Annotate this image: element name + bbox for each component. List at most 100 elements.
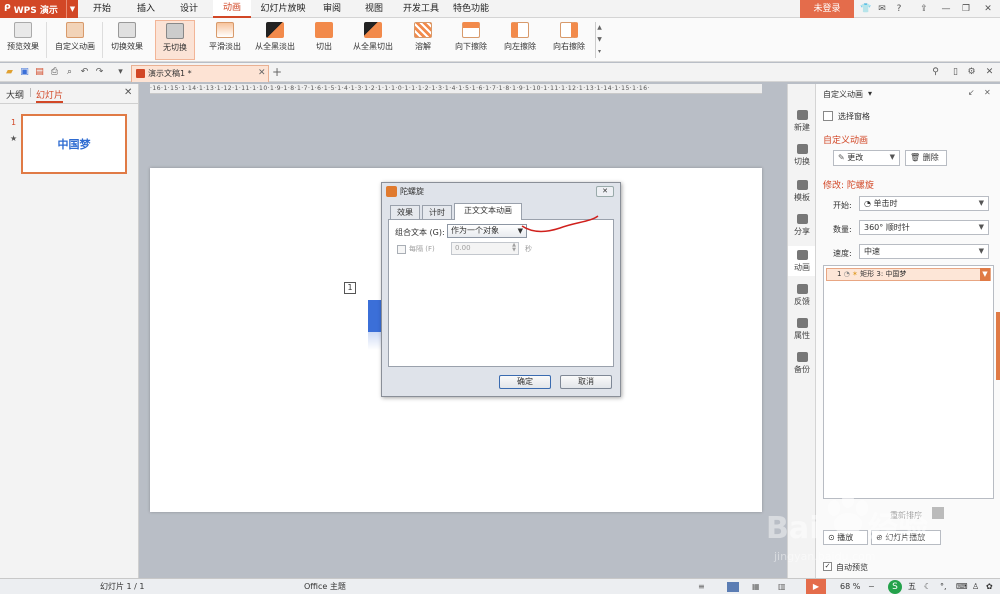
animation-list-item[interactable]: 1 ◔ ✶ 矩形 3: 中国梦 ▼ xyxy=(826,268,991,281)
side-properties-button[interactable]: 属性 xyxy=(788,318,816,341)
save-icon[interactable]: ▣ xyxy=(19,67,30,78)
autopreview-checkbox[interactable]: ✓ xyxy=(823,562,832,571)
tab-insert[interactable]: 插入 xyxy=(130,0,162,18)
every-checkbox[interactable] xyxy=(397,245,406,254)
chat-icon[interactable]: ✉ xyxy=(876,3,888,15)
animation-order-marker[interactable]: 1 xyxy=(344,282,356,294)
normal-view-icon[interactable] xyxy=(727,582,739,592)
wipe-right-button[interactable]: 向右擦除 xyxy=(548,20,590,60)
side-switch-button[interactable]: 切换 xyxy=(788,144,816,167)
cut-black-button[interactable]: 从全黑切出 xyxy=(348,20,398,60)
rectangle-shape[interactable] xyxy=(368,300,382,332)
side-share-button[interactable]: 分享 xyxy=(788,214,816,237)
group-text-select[interactable]: 作为一个对象 ▼ xyxy=(447,224,527,238)
dialog-close-button[interactable]: ✕ xyxy=(596,186,614,197)
keyboard-icon[interactable]: ⌨ xyxy=(956,579,968,594)
file-icon[interactable]: ▯ xyxy=(950,67,961,78)
start-select[interactable]: ◔ 单击时 ▼ xyxy=(859,196,989,211)
side-new-button[interactable]: 新建 xyxy=(788,110,816,133)
chevron-down-icon[interactable]: ▾ xyxy=(868,89,872,98)
customize-chevron-icon[interactable]: ▾ xyxy=(115,67,126,78)
open-icon[interactable]: ▰ xyxy=(4,67,15,78)
change-button[interactable]: ✎ 更改 ▼ xyxy=(833,150,900,166)
tab-effect[interactable]: 效果 xyxy=(390,205,420,219)
export-pdf-icon[interactable]: ▤ xyxy=(34,67,45,78)
login-button[interactable]: 未登录 xyxy=(800,0,854,18)
move-up-icon[interactable] xyxy=(932,507,944,519)
user-icon[interactable]: ♙ xyxy=(972,579,979,594)
close-panel-icon[interactable]: ✕ xyxy=(124,87,132,98)
skin-icon[interactable]: ✿ xyxy=(986,579,993,594)
delete-button[interactable]: 🗑 删除 xyxy=(905,150,947,166)
play-button[interactable]: ⊙ 播放 xyxy=(823,530,868,545)
new-tab-button[interactable]: + xyxy=(272,65,282,79)
close-doc-icon[interactable]: ✕ xyxy=(984,67,995,78)
moon-icon[interactable]: ☾ xyxy=(924,579,931,594)
tab-view[interactable]: 视图 xyxy=(358,0,390,18)
minimize-icon[interactable]: — xyxy=(940,3,952,15)
custom-animation-button[interactable]: 自定义动画 xyxy=(52,20,98,60)
chevron-down-icon[interactable]: ▼ xyxy=(66,0,78,18)
dialog-titlebar[interactable]: 陀螺旋 xyxy=(382,183,620,200)
tab-features[interactable]: 特色功能 xyxy=(448,0,494,18)
settings-icon[interactable]: ⚙ xyxy=(966,67,977,78)
no-transition-button[interactable]: 无切换 xyxy=(155,20,195,60)
ime-logo-icon[interactable]: S xyxy=(888,580,902,594)
cancel-button[interactable]: 取消 xyxy=(560,375,612,389)
slideshow-button[interactable]: ⊕ 幻灯片播放 xyxy=(871,530,941,545)
dissolve-button[interactable]: 溶解 xyxy=(405,20,441,60)
transition-effect-button[interactable]: 切换效果 xyxy=(107,20,147,60)
tab-design[interactable]: 设计 xyxy=(172,0,206,18)
shirt-icon[interactable]: 👕 xyxy=(860,3,872,15)
wipe-down-button[interactable]: 向下擦除 xyxy=(450,20,492,60)
tab-slideshow[interactable]: 幻灯片放映 xyxy=(256,0,310,18)
redo-icon[interactable]: ↷ xyxy=(94,67,105,78)
speed-select[interactable]: 中速 ▼ xyxy=(859,244,989,259)
upload-icon[interactable]: ⇪ xyxy=(918,3,930,15)
pane-title[interactable]: 自定义动画 xyxy=(823,89,863,100)
print-icon[interactable]: ⎙ xyxy=(49,67,60,78)
app-menu-button[interactable]: ᑭ WPS 演示 ▼ xyxy=(0,0,78,18)
tab-developer[interactable]: 开发工具 xyxy=(398,0,444,18)
notes-icon[interactable]: ≡ xyxy=(698,579,705,594)
side-backup-button[interactable]: 备份 xyxy=(788,352,816,375)
side-feedback-button[interactable]: 反馈 xyxy=(788,284,816,307)
preview-effect-button[interactable]: 预览效果 xyxy=(4,20,42,60)
close-tab-icon[interactable]: ✕ xyxy=(258,66,266,81)
smooth-fade-button[interactable]: 平滑淡出 xyxy=(205,20,245,60)
sorter-view-icon[interactable]: ▦ xyxy=(752,579,760,594)
amount-select[interactable]: 360° 顺时针 ▼ xyxy=(859,220,989,235)
document-tab[interactable]: 演示文稿1 * ✕ xyxy=(131,65,269,82)
ime-five-stroke-icon[interactable]: 五 xyxy=(908,579,916,594)
pin-icon[interactable]: ⚲ xyxy=(930,67,941,78)
reading-view-icon[interactable]: ▥ xyxy=(778,579,786,594)
zoom-out-icon[interactable]: − xyxy=(868,579,875,594)
close-icon[interactable]: ✕ xyxy=(982,3,994,15)
gallery-scroll[interactable]: ▲ ▼ ▾ xyxy=(595,22,603,58)
tab-text-animation[interactable]: 正文文本动画 xyxy=(454,203,522,220)
chevron-down-icon[interactable]: ▼ xyxy=(980,268,990,281)
ok-button[interactable]: 确定 xyxy=(499,375,551,389)
arrow-icon[interactable]: ↙ xyxy=(968,88,975,97)
pane-collapse-handle[interactable] xyxy=(996,312,1000,380)
selection-pane-link[interactable]: 选择窗格 xyxy=(838,111,870,122)
help-icon[interactable]: ? xyxy=(893,3,905,15)
fade-black-button[interactable]: 从全黑淡出 xyxy=(251,20,299,60)
tab-slides[interactable]: 幻灯片 xyxy=(36,88,64,103)
slideshow-play-button[interactable]: ▶ xyxy=(806,579,826,594)
tab-timing[interactable]: 计时 xyxy=(422,205,452,219)
close-pane-icon[interactable]: ✕ xyxy=(984,88,991,97)
tab-review[interactable]: 审阅 xyxy=(316,0,348,18)
tab-animation[interactable]: 动画 xyxy=(213,0,251,18)
tab-home[interactable]: 开始 xyxy=(86,0,118,18)
undo-icon[interactable]: ↶ xyxy=(79,67,90,78)
spinner-icon[interactable]: ▲ ▼ xyxy=(512,243,516,253)
punctuation-icon[interactable]: °, xyxy=(940,579,947,594)
wipe-left-button[interactable]: 向左擦除 xyxy=(499,20,541,60)
tab-outline[interactable]: 大纲 xyxy=(6,88,24,101)
cut-button[interactable]: 切出 xyxy=(305,20,343,60)
slide-thumbnail[interactable]: 中国梦 xyxy=(21,114,127,174)
interval-input[interactable]: 0.00 ▲ ▼ xyxy=(451,242,519,255)
side-animation-button[interactable]: 动画 xyxy=(788,246,816,276)
print-preview-icon[interactable]: ⌕ xyxy=(64,67,75,78)
